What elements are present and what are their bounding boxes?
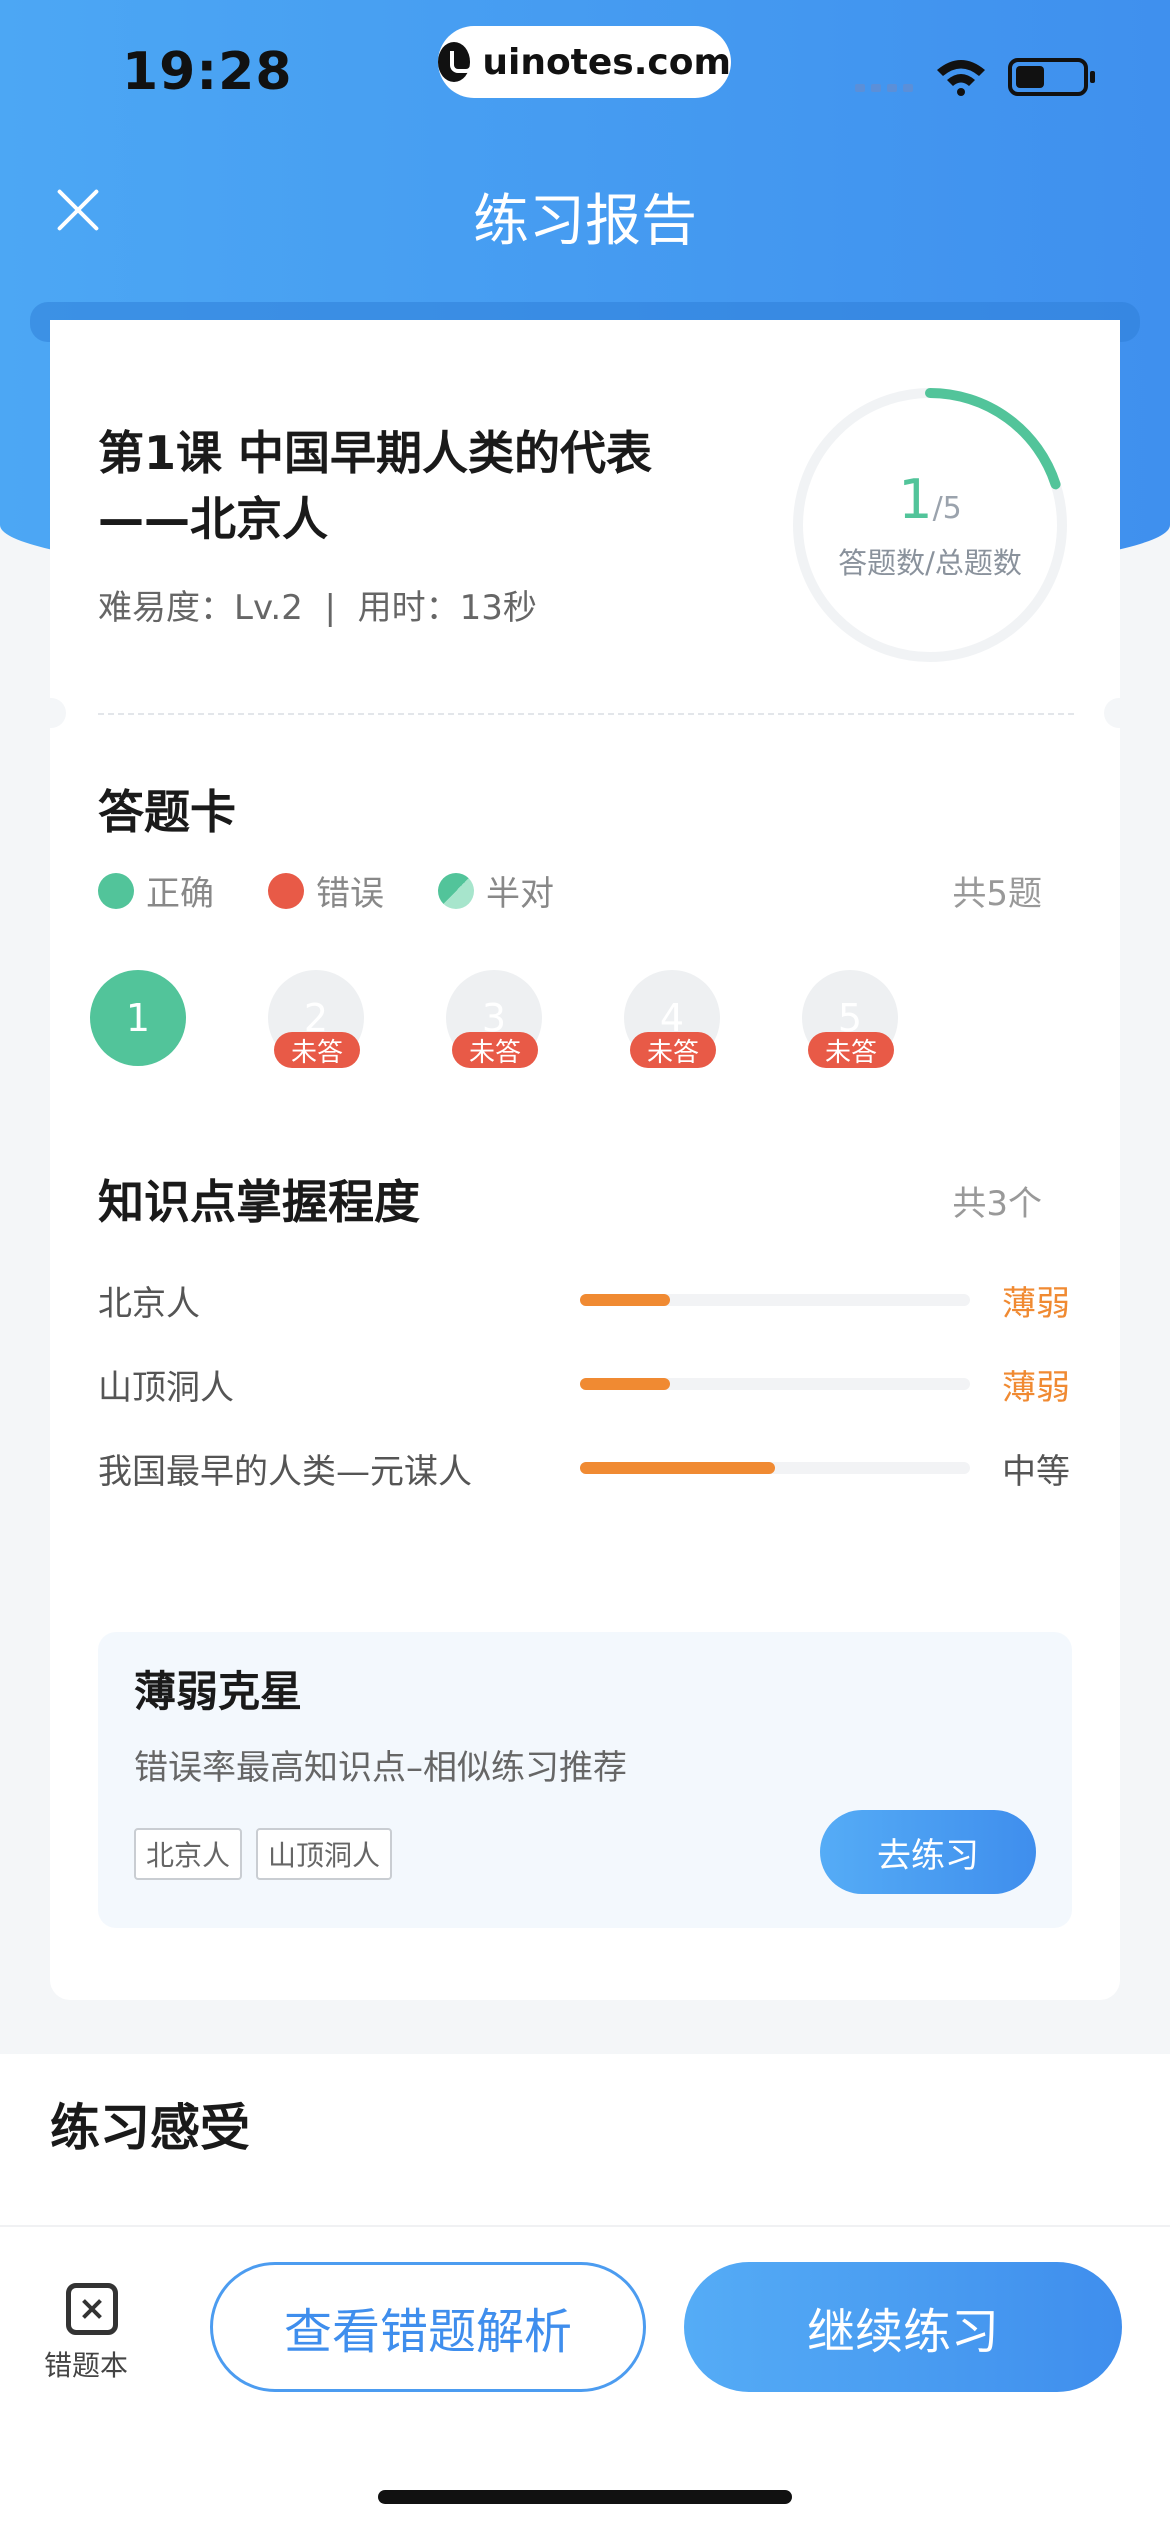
unanswered-badge: 未答 (452, 1032, 538, 1068)
answer-card-title: 答题卡 (98, 785, 236, 839)
answer-item-4[interactable]: 4 未答 (624, 970, 720, 1068)
answer-item-3[interactable]: 3 未答 (446, 970, 542, 1068)
knowledge-name: 山顶洞人 (98, 1367, 234, 1408)
answer-number: 1 (125, 996, 151, 1040)
meta-separator: | (324, 588, 336, 628)
go-practice-button[interactable]: 去练习 (820, 1810, 1036, 1894)
knowledge-name: 我国最早的人类—元谋人 (98, 1451, 472, 1492)
lesson-title: 第1课 中国早期人类的代表——北京人 (98, 426, 653, 546)
question-count: 共5题 (952, 874, 1042, 914)
answer-item-1[interactable]: 1 (90, 970, 186, 1066)
continue-practice-button[interactable]: 继续练习 (684, 2262, 1122, 2392)
knowledge-chip: 北京人 (134, 1828, 243, 1880)
legend-wrong: 错误 (268, 866, 384, 915)
knowledge-row: 我国最早的人类—元谋人 中等 (98, 1443, 1070, 1493)
legend-wrong-label: 错误 (316, 874, 384, 914)
wrong-dot-icon (268, 872, 304, 909)
lesson-meta: 难易度：Lv.2 | 用时：13秒 (98, 580, 537, 629)
feeling-title: 练习感受 (50, 2099, 250, 2157)
ring-label: 答题数/总题数 (838, 546, 1022, 580)
answer-item-2[interactable]: 2 未答 (268, 970, 364, 1068)
unanswered-badge: 未答 (630, 1032, 716, 1068)
site-logo-icon (438, 42, 475, 82)
unanswered-badge: 未答 (808, 1032, 894, 1068)
mastery-level: 中等 (1002, 1451, 1070, 1492)
knowledge-count: 共3个 (952, 1184, 1042, 1224)
knowledge-row: 山顶洞人 薄弱 (98, 1359, 1070, 1409)
answer-item-5[interactable]: 5 未答 (802, 970, 898, 1068)
answered-value: 1 (898, 468, 933, 531)
weak-description: 错误率最高知识点–相似练习推荐 (134, 1748, 627, 1788)
knowledge-chip: 山顶洞人 (256, 1828, 393, 1880)
answered-count: 1/5 (790, 468, 1070, 531)
time-label: 用时： (357, 588, 460, 628)
weak-chips: 北京人 山顶洞人 (134, 1828, 393, 1880)
dashed-divider (98, 713, 1074, 715)
url-text: uinotes.com (482, 41, 731, 83)
battery-icon (1008, 58, 1095, 96)
knowledge-name: 北京人 (98, 1283, 200, 1324)
correct-dot-icon (98, 872, 134, 909)
page-title: 练习报告 (473, 189, 697, 254)
mastery-bar (580, 1462, 970, 1474)
mastery-fill (580, 1378, 670, 1390)
legend-half: 半对 (438, 866, 554, 915)
difficulty-value: Lv.2 (234, 588, 303, 628)
mastery-level: 薄弱 (1002, 1367, 1070, 1408)
difficulty-label: 难易度： (98, 588, 234, 628)
status-bar: 19:28 uinotes.com (0, 0, 1170, 150)
knowledge-row: 北京人 薄弱 (98, 1275, 1070, 1325)
wrong-book-icon[interactable] (66, 2283, 118, 2335)
cellular-signal-icon (855, 84, 913, 92)
weak-title: 薄弱克星 (134, 1667, 303, 1716)
card-notch-right (1104, 698, 1134, 728)
total-value: /5 (932, 491, 962, 526)
half-dot-icon (438, 872, 474, 909)
status-time: 19:28 (122, 42, 293, 102)
home-indicator (378, 2490, 792, 2504)
wifi-icon (937, 60, 985, 96)
answer-list: 1 2 未答 3 未答 4 未答 5 未答 (90, 970, 898, 1068)
wrong-book-label[interactable]: 错题本 (44, 2344, 128, 2384)
mastery-bar (580, 1294, 970, 1306)
url-pill[interactable]: uinotes.com (438, 26, 731, 98)
legend-correct: 正确 (98, 866, 214, 915)
unanswered-badge: 未答 (274, 1032, 360, 1068)
review-mistakes-button[interactable]: 查看错题解析 (210, 2262, 646, 2392)
card-notch-left (36, 698, 66, 728)
mastery-bar (580, 1378, 970, 1390)
time-value: 13秒 (459, 588, 537, 628)
mastery-fill (580, 1294, 670, 1306)
legend-half-label: 半对 (486, 874, 554, 914)
mastery-fill (580, 1462, 775, 1474)
answer-legend: 正确 错误 半对 (98, 866, 608, 915)
weak-point-card: 薄弱克星 错误率最高知识点–相似练习推荐 北京人 山顶洞人 去练习 (98, 1632, 1072, 1928)
knowledge-title: 知识点掌握程度 (98, 1175, 420, 1229)
mastery-level: 薄弱 (1002, 1283, 1070, 1324)
legend-correct-label: 正确 (146, 874, 214, 914)
